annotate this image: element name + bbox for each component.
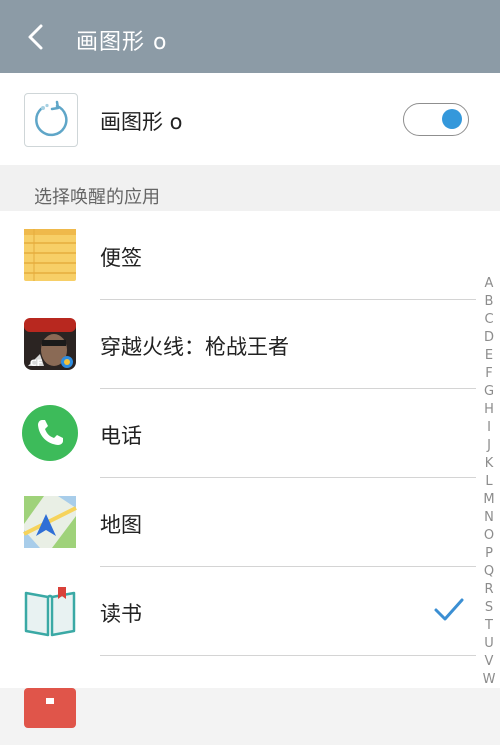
index-letter[interactable]: N xyxy=(480,509,498,527)
book-icon xyxy=(22,583,78,639)
index-letter[interactable]: R xyxy=(480,581,498,599)
app-list: 便签 CF 穿越火线：枪战王者 电话 地图 读书 xyxy=(0,211,500,728)
back-arrow-icon[interactable] xyxy=(22,22,52,52)
index-letter[interactable]: V xyxy=(480,653,498,671)
alphabet-index[interactable]: ABCDEFGHIJKLMNOPQRSTUVW xyxy=(480,275,498,689)
list-item-book[interactable]: 读书 xyxy=(0,567,500,656)
section-header: 选择唤醒的应用 xyxy=(0,165,500,211)
notepad-icon xyxy=(22,227,78,283)
index-letter[interactable]: G xyxy=(480,383,498,401)
gesture-feature-row: 画图形 o xyxy=(0,73,500,165)
toggle-knob xyxy=(442,109,462,129)
list-item-phone[interactable]: 电话 xyxy=(0,389,500,478)
phone-icon xyxy=(22,405,78,461)
svg-text:CF: CF xyxy=(30,359,43,369)
index-letter[interactable]: L xyxy=(480,473,498,491)
index-letter[interactable]: W xyxy=(480,671,498,689)
index-letter[interactable]: Q xyxy=(480,563,498,581)
index-letter[interactable]: P xyxy=(480,545,498,563)
list-item-label: 地图 xyxy=(100,513,142,537)
draw-circle-gesture-icon xyxy=(24,93,78,147)
list-item-notepad[interactable]: 便签 xyxy=(0,211,500,300)
index-letter[interactable]: H xyxy=(480,401,498,419)
section-label: 选择唤醒的应用 xyxy=(34,187,160,208)
list-item-label: 便签 xyxy=(100,246,142,270)
index-letter[interactable]: I xyxy=(480,419,498,437)
index-letter[interactable]: U xyxy=(480,635,498,653)
feature-toggle[interactable] xyxy=(403,103,469,136)
index-letter[interactable]: M xyxy=(480,491,498,509)
index-letter[interactable]: J xyxy=(480,437,498,455)
index-letter[interactable]: E xyxy=(480,347,498,365)
list-item-label: 读书 xyxy=(100,602,142,626)
list-item-crossfire[interactable]: CF 穿越火线：枪战王者 xyxy=(0,300,500,389)
top-bar: 画图形 o xyxy=(0,0,500,73)
list-item-label: 穿越火线：枪战王者 xyxy=(100,335,289,359)
page-title: 画图形 o xyxy=(76,30,168,55)
index-letter[interactable]: A xyxy=(480,275,498,293)
index-letter[interactable]: K xyxy=(480,455,498,473)
list-item-partial[interactable] xyxy=(0,656,500,745)
list-item-label: 电话 xyxy=(100,424,142,448)
partial-app-icon xyxy=(22,672,78,728)
index-letter[interactable]: S xyxy=(480,599,498,617)
map-icon xyxy=(22,494,78,550)
index-letter[interactable]: T xyxy=(480,617,498,635)
index-letter[interactable]: F xyxy=(480,365,498,383)
index-letter[interactable]: D xyxy=(480,329,498,347)
selected-checkmark-icon xyxy=(433,597,465,623)
index-letter[interactable]: B xyxy=(480,293,498,311)
index-letter[interactable]: C xyxy=(480,311,498,329)
feature-label: 画图形 o xyxy=(100,110,183,134)
index-letter[interactable]: O xyxy=(480,527,498,545)
crossfire-game-icon: CF xyxy=(22,316,78,372)
list-item-map[interactable]: 地图 xyxy=(0,478,500,567)
